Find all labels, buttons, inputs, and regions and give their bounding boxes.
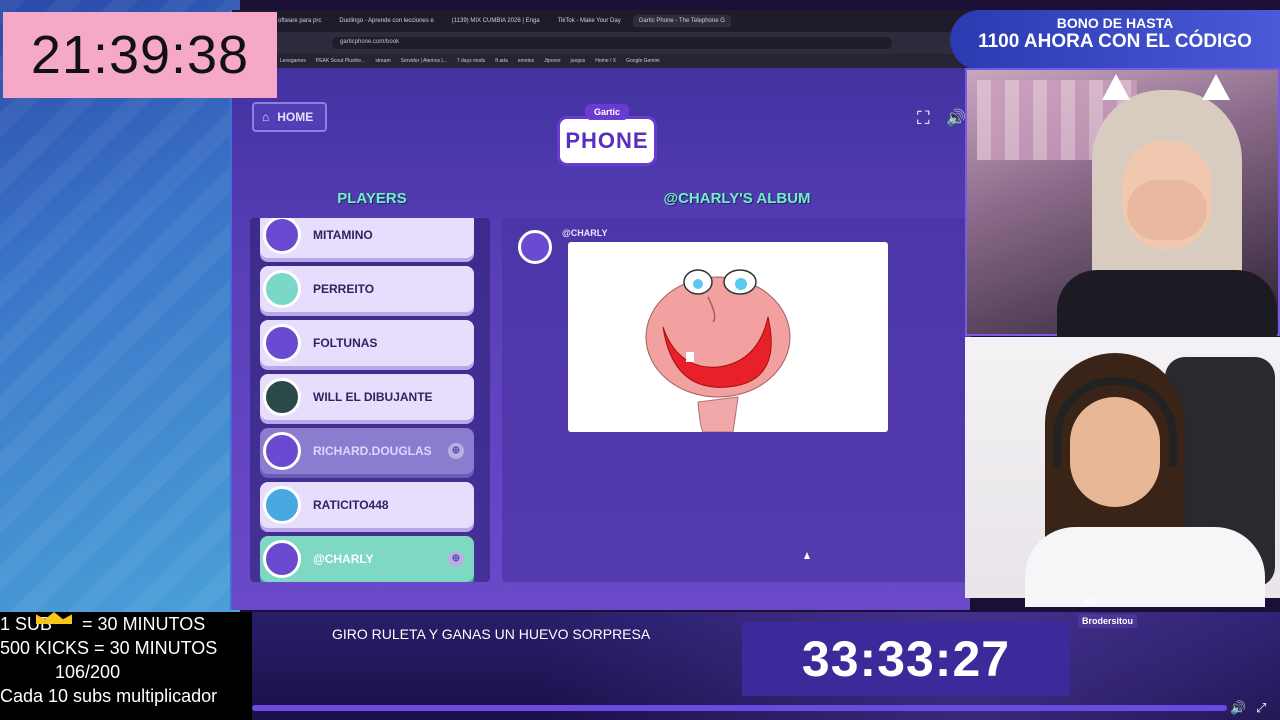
bookmark[interactable]: emotes <box>518 58 534 64</box>
player-avatar <box>263 540 301 578</box>
browser-capture: oftware para prc Duolingo - Aprende con … <box>230 10 972 610</box>
sub-rule-line: 500 KICKS = 30 MINUTOS <box>0 638 218 658</box>
browser-tab[interactable]: oftware para prc <box>272 15 327 27</box>
player-item[interactable]: FOLTUNAS <box>260 320 474 366</box>
album-title: @CHARLY'S ALBUM <box>663 190 811 207</box>
bookmark[interactable]: juegos <box>571 58 586 64</box>
bookmark[interactable]: Lexogames <box>280 58 306 64</box>
bookmark[interactable]: Jtpores <box>544 58 560 64</box>
bookmark[interactable]: ft ada <box>495 58 508 64</box>
player-avatar <box>263 218 301 254</box>
person-body <box>1057 270 1277 340</box>
person-hand <box>1127 180 1207 240</box>
stream-clock: 21:39:38 <box>3 12 277 98</box>
player-avatar <box>263 432 301 470</box>
bookmarks-bar: Lexogames PEAK Scout Plushie... stream S… <box>232 54 972 68</box>
kick-icon[interactable]: ⊕ <box>448 551 464 567</box>
player-avatar <box>263 378 301 416</box>
cat-ear <box>1102 74 1130 100</box>
bookmark[interactable]: Home / X <box>595 58 616 64</box>
tab-bar: oftware para prc Duolingo - Aprende con … <box>232 10 972 32</box>
subathon-countdown: 33:33:27 <box>801 631 1011 687</box>
player-item[interactable]: PERREITO <box>260 266 474 312</box>
subathon-rules: 1 SUB = 30 MINUTOS 500 KICKS = 30 MINUTO… <box>0 612 252 720</box>
fullscreen-icon[interactable]: ⛶ <box>917 108 930 129</box>
promo-line-2: 1100 AHORA CON EL CÓDIGO <box>978 31 1252 52</box>
browser-tab[interactable]: (1139) MIX CUMBIA 2026 | Enga <box>446 15 546 27</box>
player-name: RICHARD.DOUGLAS <box>313 444 432 458</box>
bookmark[interactable]: Servidor | Atemos |... <box>401 58 447 64</box>
fullscreen-icon[interactable]: ⤢ <box>1256 700 1266 716</box>
album-author-avatar <box>518 230 552 264</box>
browser-tab[interactable]: Duolingo - Aprende con lecciones e <box>333 15 439 27</box>
gartic-phone-game: ⌂ HOME PHONE Gartic ⛶ 🔊 PLAYERS @CHARLY'… <box>232 68 972 610</box>
bookmark[interactable]: 7 days mods <box>457 58 485 64</box>
player-avatar <box>263 270 301 308</box>
stream-frame: oftware para prc Duolingo - Aprende con … <box>0 0 1280 720</box>
promo-line-1: BONO DE HASTA <box>1056 15 1174 31</box>
mouse-cursor <box>804 552 810 559</box>
ticker-text: GIRO RULETA Y GANAS UN HUEVO SORPRESA <box>332 626 651 642</box>
chat-overlay: XD Brodersitou <box>1072 594 1192 654</box>
album-panel: @CHARLY <box>502 218 972 582</box>
player-name: RATICITO448 <box>313 498 389 512</box>
player-item[interactable]: RICHARD.DOUGLAS ⊕ <box>260 428 474 474</box>
player-item[interactable]: MITAMINO <box>260 218 474 258</box>
chat-message: XD <box>1084 596 1097 606</box>
player-name: FOLTUNAS <box>313 336 378 350</box>
volume-icon[interactable]: 🔊 <box>1230 700 1246 716</box>
chat-username: Brodersitou <box>1078 614 1138 628</box>
album-author: @CHARLY <box>562 228 608 238</box>
face-drawing <box>645 269 791 433</box>
player-avatar <box>263 324 301 362</box>
logo-word: PHONE <box>565 128 649 153</box>
player-name: PERREITO <box>313 282 375 296</box>
player-name: @CHARLY <box>313 552 374 566</box>
home-label: HOME <box>277 110 314 124</box>
bookmark[interactable]: PEAK Scout Plushie... <box>316 58 365 64</box>
player-item[interactable]: WILL EL DIBUJANTE <box>260 374 474 420</box>
logo-top: Gartic <box>585 104 629 120</box>
sub-rule-line: Cada 10 subs multiplicador <box>0 686 218 706</box>
address-bar: garticphone.com/book <box>232 32 972 54</box>
drawing-canvas <box>568 242 888 433</box>
video-progress-bar[interactable] <box>252 705 1227 711</box>
cat-ear <box>1202 74 1230 100</box>
speaker-icon[interactable]: 🔊 <box>946 108 966 128</box>
home-button[interactable]: ⌂ HOME <box>252 102 327 132</box>
browser-tab[interactable]: TikTok - Make Your Day <box>552 15 627 27</box>
players-list: MITAMINO PERREITO FOLTUNAS WILL EL DIBUJ… <box>250 218 490 582</box>
webcam-1 <box>965 68 1280 340</box>
browser-tab-active[interactable]: Gartic Phone - The Telephone G <box>632 15 731 27</box>
sub-rule-line: 106/200 <box>0 662 121 682</box>
url-input[interactable]: garticphone.com/book <box>332 37 892 49</box>
player-name: MITAMINO <box>313 228 373 242</box>
player-avatar <box>263 486 301 524</box>
kick-icon[interactable]: ⊕ <box>448 443 464 459</box>
player-item-self[interactable]: @CHARLY ⊕ <box>260 536 474 582</box>
logo-shield: PHONE <box>557 116 657 166</box>
promo-banner: BONO DE HASTA 1100 AHORA CON EL CÓDIGO <box>950 10 1280 70</box>
player-item[interactable]: RATICITO448 <box>260 482 474 528</box>
home-icon: ⌂ <box>262 110 270 124</box>
player-name: WILL EL DIBUJANTE <box>313 390 433 404</box>
gartic-phone-logo: PHONE Gartic <box>557 104 657 166</box>
bookmark[interactable]: Google Gemini <box>626 58 659 64</box>
bookmark[interactable]: stream <box>375 58 390 64</box>
webcam-2 <box>965 337 1280 607</box>
players-title: PLAYERS <box>337 190 407 207</box>
